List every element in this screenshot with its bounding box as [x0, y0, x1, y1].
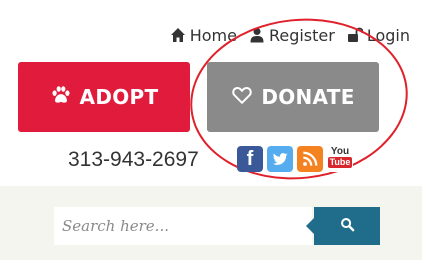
youtube-tube-text: Tube [327, 157, 353, 168]
nav-register-label: Register [268, 25, 335, 45]
heart-outline-icon [231, 84, 253, 111]
user-icon [249, 27, 265, 43]
search-icon [340, 217, 355, 236]
nav-login-link[interactable]: Login [347, 26, 410, 45]
youtube-icon[interactable]: You Tube [327, 146, 353, 172]
nav-register-link[interactable]: Register [249, 26, 335, 45]
youtube-you-text: You [330, 146, 350, 157]
adopt-button-label: ADOPT [79, 85, 159, 109]
home-icon [170, 27, 186, 43]
adopt-button[interactable]: ADOPT [18, 62, 190, 132]
donate-button[interactable]: DONATE [207, 62, 379, 132]
top-navigation: Home Register Login [120, 24, 410, 46]
paw-icon [50, 84, 72, 111]
phone-number: 313-943-2697 [68, 148, 199, 171]
nav-home-link[interactable]: Home [170, 26, 237, 45]
search-button[interactable] [306, 207, 380, 245]
rss-icon[interactable] [297, 146, 323, 172]
nav-login-label: Login [366, 25, 410, 45]
twitter-icon[interactable] [267, 146, 293, 172]
social-icons: f You Tube [237, 146, 353, 172]
search-input[interactable] [54, 207, 312, 245]
nav-home-label: Home [189, 25, 237, 45]
donate-button-label: DONATE [261, 85, 355, 109]
unlock-icon [347, 27, 363, 43]
facebook-icon[interactable]: f [237, 146, 263, 172]
